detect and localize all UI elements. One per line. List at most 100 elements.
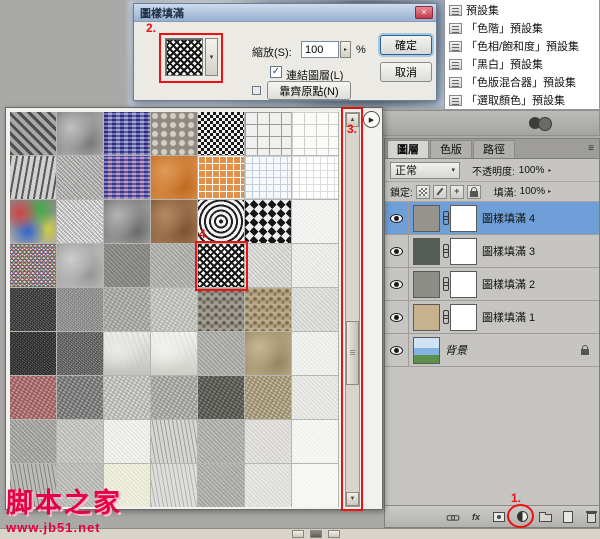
pattern-swatch[interactable] <box>151 288 197 331</box>
visibility-toggle[interactable] <box>385 268 409 300</box>
preset-menu-item[interactable]: 「色相/飽和度」預設集 <box>445 37 599 55</box>
pattern-swatch[interactable] <box>57 156 103 199</box>
tab-channels[interactable]: 色版 <box>430 140 472 158</box>
pattern-swatch[interactable] <box>245 376 291 419</box>
new-group-button[interactable] <box>537 509 553 524</box>
layer-thumbnail[interactable] <box>413 303 440 331</box>
ok-button[interactable]: 確定 <box>380 35 432 55</box>
lock-pixels-button[interactable] <box>432 184 447 199</box>
pattern-swatch[interactable] <box>104 200 150 243</box>
scale-input[interactable] <box>301 41 339 58</box>
pattern-swatch[interactable] <box>245 332 291 375</box>
pattern-swatch[interactable] <box>10 112 56 155</box>
pattern-swatch[interactable] <box>10 244 56 287</box>
lock-transparency-button[interactable] <box>415 184 430 199</box>
pattern-swatch[interactable] <box>57 200 103 243</box>
pattern-swatch[interactable] <box>198 112 244 155</box>
pattern-swatch[interactable] <box>151 464 197 507</box>
pattern-swatch[interactable] <box>104 376 150 419</box>
pattern-swatch[interactable] <box>245 156 291 199</box>
pattern-swatch[interactable] <box>104 112 150 155</box>
pattern-swatch[interactable] <box>10 156 56 199</box>
pattern-swatch[interactable] <box>198 244 244 287</box>
blend-mode-select[interactable]: 正常 ▾ <box>390 161 460 179</box>
pattern-swatch[interactable] <box>10 376 56 419</box>
layer-mask-thumbnail[interactable] <box>450 270 477 298</box>
pattern-swatch[interactable] <box>151 420 197 463</box>
layer-thumbnail[interactable] <box>413 270 440 298</box>
adjustments-panel-icon[interactable] <box>529 117 553 131</box>
pattern-swatch[interactable] <box>151 376 197 419</box>
pattern-swatch[interactable] <box>198 420 244 463</box>
pattern-swatch[interactable] <box>10 332 56 375</box>
visibility-toggle[interactable] <box>385 301 409 333</box>
pattern-swatch[interactable] <box>292 376 338 419</box>
layer-thumbnail[interactable] <box>413 336 440 364</box>
pattern-swatch[interactable] <box>10 288 56 331</box>
pattern-swatch[interactable] <box>245 112 291 155</box>
pattern-preview-swatch[interactable] <box>165 38 203 76</box>
preset-menu-item[interactable]: 「選取顏色」預設集 <box>445 91 599 109</box>
visibility-toggle[interactable] <box>385 235 409 267</box>
dialog-titlebar[interactable]: 圖樣填滿 × <box>134 4 436 22</box>
visibility-toggle[interactable] <box>385 334 409 366</box>
preset-menu-item[interactable]: 預設集 <box>445 1 599 19</box>
status-page-icon[interactable] <box>328 530 340 538</box>
layer-row[interactable]: 圖樣填滿 1 <box>385 301 599 334</box>
pattern-swatch[interactable] <box>292 464 338 507</box>
layer-row[interactable]: 背景 <box>385 334 599 367</box>
layer-thumbnail[interactable] <box>413 204 440 232</box>
pattern-swatch[interactable] <box>245 200 291 243</box>
preset-menu-item[interactable]: 「色版混合器」預設集 <box>445 73 599 91</box>
pattern-swatch[interactable] <box>104 156 150 199</box>
cancel-button[interactable]: 取消 <box>380 62 432 82</box>
pattern-swatch[interactable] <box>57 244 103 287</box>
layer-style-button[interactable]: fx <box>468 509 484 524</box>
scale-spinner-button[interactable]: ▸ <box>340 41 351 58</box>
pattern-swatch[interactable] <box>104 332 150 375</box>
close-button[interactable]: × <box>415 6 433 19</box>
link-layers-checkbox[interactable]: ✓ <box>270 66 282 78</box>
layer-mask-thumbnail[interactable] <box>450 303 477 331</box>
pattern-swatch[interactable] <box>245 288 291 331</box>
pattern-swatch[interactable] <box>104 420 150 463</box>
pattern-swatch[interactable] <box>292 244 338 287</box>
tab-layers[interactable]: 圖層 <box>387 140 429 158</box>
link-layers-button[interactable] <box>445 509 461 524</box>
visibility-toggle[interactable] <box>385 202 409 234</box>
pattern-swatch[interactable] <box>10 200 56 243</box>
pattern-swatch[interactable] <box>245 420 291 463</box>
status-doc-icon[interactable] <box>310 530 322 538</box>
pattern-swatch[interactable] <box>292 288 338 331</box>
fill-arrow-icon[interactable]: ▸ <box>548 188 551 195</box>
pattern-dropdown-button[interactable]: ▾ <box>205 38 218 76</box>
snap-origin-button[interactable]: 靠齊原點(N) <box>267 81 351 100</box>
status-grid-icon[interactable] <box>292 530 304 538</box>
pattern-swatch[interactable] <box>151 112 197 155</box>
preset-menu-item[interactable]: 「黑白」預設集 <box>445 55 599 73</box>
layer-row[interactable]: 圖樣填滿 2 <box>385 268 599 301</box>
pattern-swatch[interactable] <box>10 420 56 463</box>
lock-position-button[interactable]: + <box>449 184 464 199</box>
pattern-swatch[interactable] <box>104 288 150 331</box>
tab-paths[interactable]: 路徑 <box>473 140 515 158</box>
layer-mask-thumbnail[interactable] <box>450 237 477 265</box>
new-layer-button[interactable] <box>560 509 576 524</box>
pattern-swatch[interactable] <box>104 244 150 287</box>
preset-menu-item[interactable]: 「色階」預設集 <box>445 19 599 37</box>
pattern-swatch[interactable] <box>245 244 291 287</box>
pattern-swatch[interactable] <box>292 200 338 243</box>
scroll-down-button[interactable]: ▼ <box>346 492 359 506</box>
scrollbar-thumb[interactable] <box>346 321 359 385</box>
pattern-swatch[interactable] <box>198 464 244 507</box>
layer-row[interactable]: 圖樣填滿 4 <box>385 202 599 235</box>
pattern-swatch[interactable] <box>198 376 244 419</box>
pattern-swatch[interactable] <box>57 112 103 155</box>
flyout-menu-button[interactable]: ▶ <box>363 111 380 128</box>
layer-thumbnail[interactable] <box>413 237 440 265</box>
pattern-swatch[interactable] <box>245 464 291 507</box>
pattern-swatch[interactable] <box>57 420 103 463</box>
pattern-swatch[interactable] <box>292 332 338 375</box>
panel-menu-icon[interactable]: ≡ <box>588 143 594 154</box>
pattern-swatch[interactable] <box>57 332 103 375</box>
